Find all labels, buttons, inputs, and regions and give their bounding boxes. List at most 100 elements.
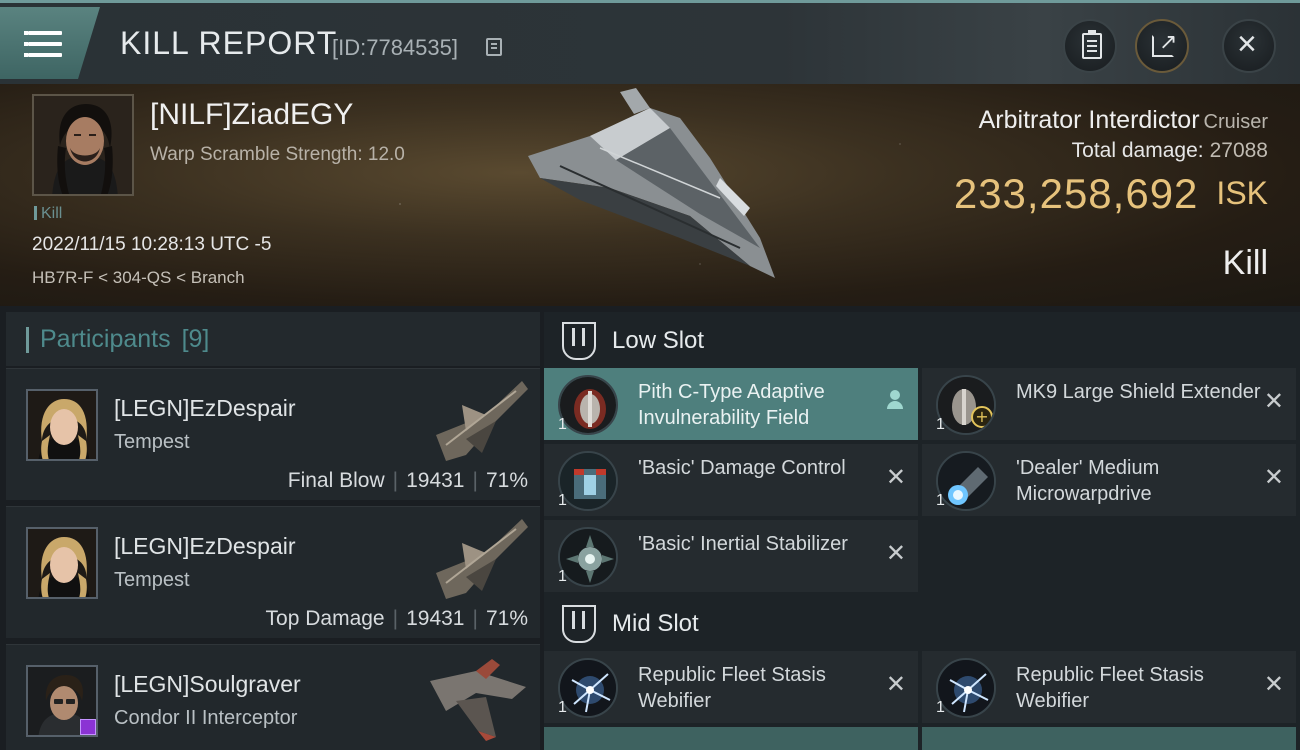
module-quantity: 1 xyxy=(558,492,567,509)
clipboard-button[interactable] xyxy=(1063,19,1117,73)
module-name: MK9 Large Shield Extender xyxy=(1016,381,1261,403)
module-name: 'Basic' Inertial Stabilizer xyxy=(638,533,848,555)
person-icon xyxy=(886,390,904,412)
participant-damage: 19431 xyxy=(406,607,465,630)
participant-ship-image xyxy=(436,381,528,461)
participant-ship-image xyxy=(430,659,526,741)
participant-role: Final Blow xyxy=(287,469,385,492)
participant-ship: Tempest xyxy=(114,431,190,453)
module-item[interactable]: 1 'Basic' Inertial Stabilizer ✕ xyxy=(544,520,918,592)
participants-panel: Participants [9] [LEGN]EzDespair Tempest… xyxy=(6,312,540,750)
result-label: Kill xyxy=(1222,244,1268,282)
shield-slot-icon xyxy=(562,605,596,643)
module-name: Republic Fleet Stasis Webifier xyxy=(638,664,826,712)
close-button[interactable]: × xyxy=(1222,19,1276,73)
victim-ship-image xyxy=(528,88,775,278)
report-id: [ID:7784535] xyxy=(332,35,458,60)
ship-type: Arbitrator Interdictor xyxy=(978,106,1200,134)
shield-slot-icon xyxy=(562,322,596,360)
hamburger-icon-bar xyxy=(24,53,62,57)
module-item[interactable]: 1 Republic Fleet Stasis Webifier ✕ xyxy=(544,651,918,723)
low-slot-title: Low Slot xyxy=(612,327,705,354)
participant-name[interactable]: [LEGN]Soulgraver xyxy=(114,671,301,698)
close-icon[interactable]: ✕ xyxy=(1264,673,1284,697)
module-item[interactable]: 1 Pith C-Type Adaptive Invulnerability F… xyxy=(544,368,918,440)
participant-ship-image xyxy=(436,519,528,599)
fitting-panel: Low Slot 1 Pith C-Type Adaptive Invulner… xyxy=(544,312,1300,750)
stasis-webifier-icon xyxy=(936,658,996,718)
participant-ship: Condor II Interceptor xyxy=(114,707,298,729)
module-name: 'Basic' Damage Control xyxy=(638,457,846,479)
low-slot-header: Low Slot xyxy=(544,312,1300,370)
total-damage: Total damage: 27088 xyxy=(1072,139,1268,163)
close-icon[interactable]: ✕ xyxy=(886,466,906,490)
participants-header: Participants [9] xyxy=(6,312,540,366)
page-title: KILL REPORT xyxy=(120,25,338,61)
participants-label: Participants xyxy=(40,325,171,353)
isk-unit: ISK xyxy=(1216,175,1268,211)
module-item[interactable]: 1 'Dealer' Medium Microwarpdrive ✕ xyxy=(922,444,1296,516)
participant-card[interactable]: [LEGN]EzDespair Tempest Final Blow | 19431… xyxy=(6,368,540,500)
participant-stats: Final Blow | 19431 | 71% xyxy=(287,469,528,492)
participant-percent: 71% xyxy=(485,469,528,492)
module-item[interactable]: 1 'Basic' Damage Control ✕ xyxy=(544,444,918,516)
participant-name[interactable]: [LEGN]EzDespair xyxy=(114,533,296,560)
close-icon[interactable]: ✕ xyxy=(886,673,906,697)
victim-avatar[interactable] xyxy=(32,94,134,196)
close-icon[interactable]: ✕ xyxy=(886,542,906,566)
participant-card[interactable]: [LEGN]Soulgraver Condor II Interceptor xyxy=(6,644,540,750)
close-icon: × xyxy=(1237,25,1257,63)
victim-header: [NILF]ZiadEGY Warp Scramble Strength: 12… xyxy=(0,84,1300,306)
kill-timestamp: 2022/11/15 10:28:13 UTC -5 xyxy=(32,234,272,255)
total-damage-label: Total damage: xyxy=(1071,139,1204,162)
kill-tag: Kill xyxy=(34,205,62,223)
module-name: Republic Fleet Stasis Webifier xyxy=(1016,664,1204,712)
ship-class: Cruiser xyxy=(1203,111,1268,133)
participant-damage: 19431 xyxy=(406,469,465,492)
participant-stats: Top Damage | 19431 | 71% xyxy=(265,607,528,630)
mid-slot-header: Mid Slot xyxy=(544,595,1300,653)
participants-count: [9] xyxy=(181,325,210,353)
corp-badge-icon xyxy=(80,719,96,735)
close-icon[interactable]: ✕ xyxy=(1264,466,1284,490)
kill-location: HB7R-F < 304-QS < Branch xyxy=(32,268,245,287)
module-item[interactable] xyxy=(922,727,1296,750)
clipboard-icon xyxy=(1082,30,1102,59)
module-quantity: 1 xyxy=(936,492,945,509)
participant-percent: 71% xyxy=(485,607,528,630)
share-button[interactable]: ↗ xyxy=(1135,19,1189,73)
module-name: 'Dealer' Medium Microwarpdrive xyxy=(1016,457,1160,505)
participant-avatar[interactable] xyxy=(26,389,98,461)
victim-ship-name[interactable]: Arbitrator Interdictor Cruiser xyxy=(979,106,1268,135)
close-icon[interactable]: ✕ xyxy=(1264,390,1284,414)
total-damage-value: 27088 xyxy=(1209,139,1268,162)
hamburger-icon xyxy=(24,31,62,35)
module-quantity: 1 xyxy=(558,416,567,433)
module-item[interactable]: + 1 MK9 Large Shield Extender ✕ xyxy=(922,368,1296,440)
module-name: Pith C-Type Adaptive Invulnerability Fie… xyxy=(638,381,825,429)
participant-avatar[interactable] xyxy=(26,665,98,737)
participant-role: Top Damage xyxy=(265,607,385,630)
inertial-stabilizer-icon xyxy=(558,527,618,587)
svg-text:+: + xyxy=(975,407,988,426)
menu-button[interactable] xyxy=(0,7,100,79)
participant-avatar[interactable] xyxy=(26,527,98,599)
damage-control-icon xyxy=(558,451,618,511)
module-quantity: 1 xyxy=(558,699,567,716)
victim-name[interactable]: [NILF]ZiadEGY xyxy=(150,98,353,132)
microwarpdrive-icon xyxy=(936,451,996,511)
participant-card[interactable]: [LEGN]EzDespair Tempest Top Damage | 19431… xyxy=(6,506,540,638)
module-quantity: 1 xyxy=(936,416,945,433)
mid-slot-title: Mid Slot xyxy=(612,610,699,637)
module-item[interactable]: 1 Republic Fleet Stasis Webifier ✕ xyxy=(922,651,1296,723)
invulnerability-field-icon xyxy=(558,375,618,435)
warp-scramble-strength: Warp Scramble Strength: 12.0 xyxy=(150,144,405,165)
hamburger-icon-bar xyxy=(24,42,62,46)
title-bar: KILL REPORT [ID:7784535] ↗ × xyxy=(0,0,1300,84)
stasis-webifier-icon xyxy=(558,658,618,718)
module-quantity: 1 xyxy=(558,568,567,585)
copy-icon[interactable] xyxy=(486,38,502,56)
module-item[interactable] xyxy=(544,727,918,750)
participant-name[interactable]: [LEGN]EzDespair xyxy=(114,395,296,422)
isk-value: 233,258,692 ISK xyxy=(954,170,1268,218)
